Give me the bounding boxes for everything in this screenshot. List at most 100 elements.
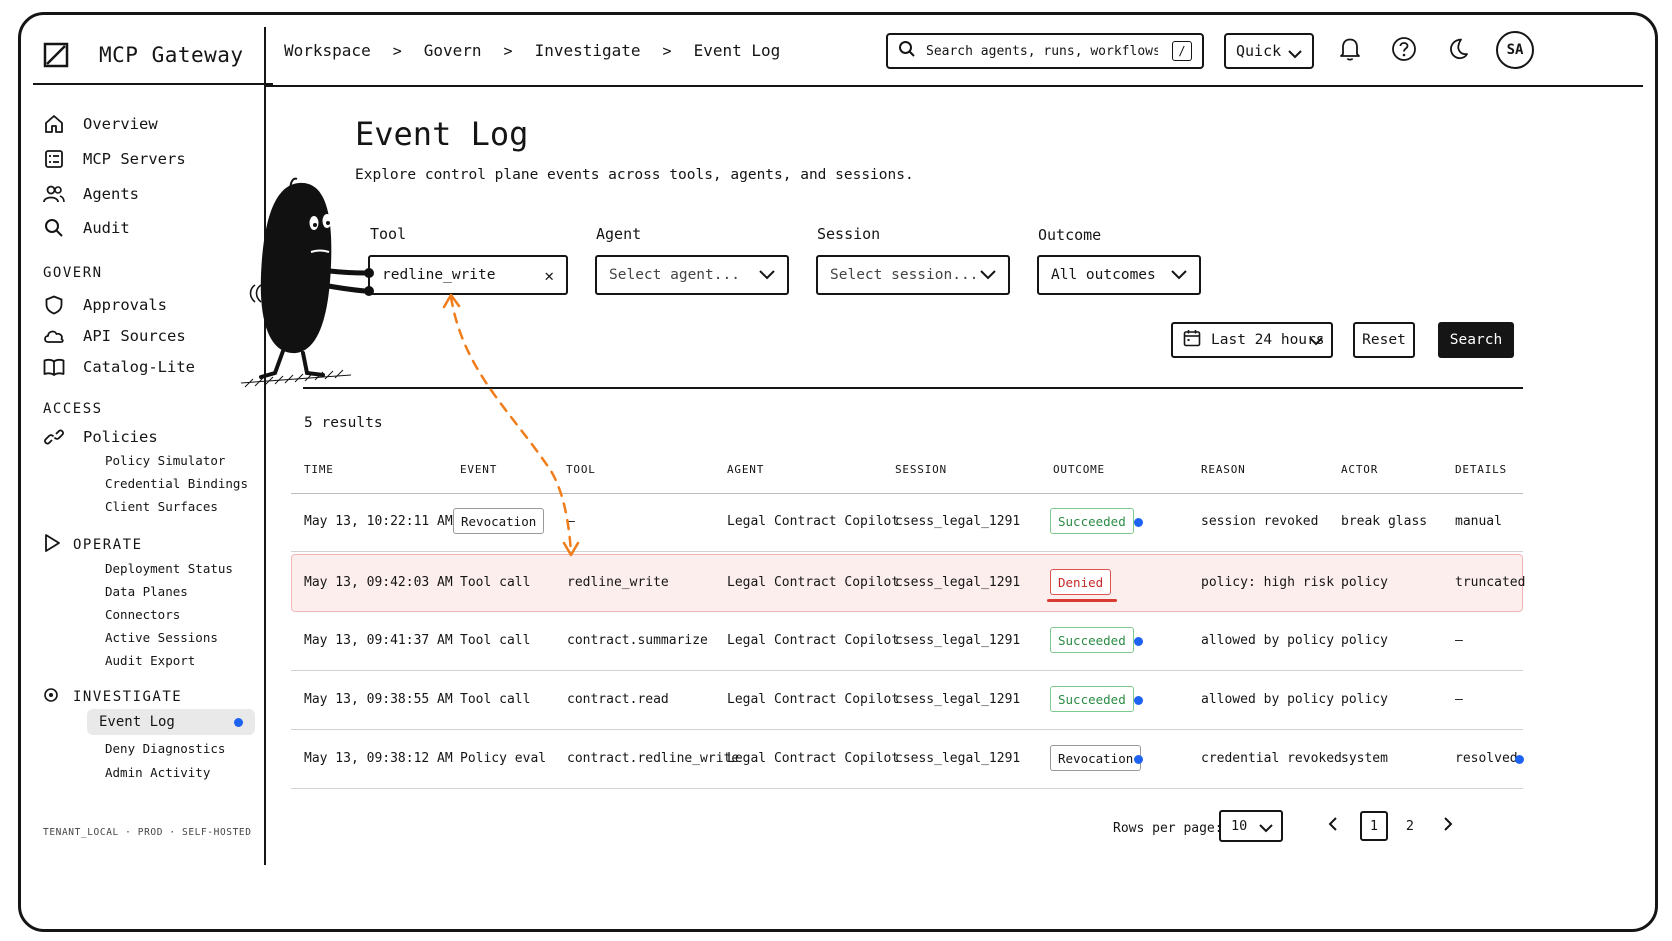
- section-govern: GOVERN: [43, 265, 103, 281]
- sidebar-item-label: Overview: [83, 115, 158, 133]
- sidebar-item-policies[interactable]: Policies: [43, 424, 158, 450]
- sidebar-item-catalog-lite[interactable]: Catalog-Lite: [43, 354, 195, 380]
- column-header-details[interactable]: DETAILS: [1455, 463, 1507, 476]
- session-filter-label: Session: [817, 225, 881, 243]
- table-row[interactable]: May 13, 09:38:55 AM Tool call contract.r…: [291, 672, 1523, 730]
- sidebar-item-audit[interactable]: Audit: [43, 215, 130, 241]
- outcome-badge: Revocation: [1050, 745, 1142, 771]
- previous-page-button[interactable]: [1319, 811, 1347, 841]
- cell-reason: allowed by policy: [1201, 692, 1335, 707]
- tool-filter-value: redline_write: [382, 267, 496, 283]
- cloud-icon: [43, 325, 65, 347]
- sidebar-item-api-sources[interactable]: API Sources: [43, 323, 186, 349]
- cell-tool: contract.redline_write: [567, 751, 740, 766]
- reset-button[interactable]: Reset: [1353, 322, 1415, 358]
- outcome-filter-select[interactable]: All outcomes: [1037, 255, 1201, 295]
- breadcrumb-event-log: Event Log: [693, 41, 781, 60]
- next-page-button[interactable]: [1434, 811, 1462, 841]
- quick-menu-button[interactable]: Quick: [1224, 33, 1314, 69]
- chevron-down-icon: [980, 269, 996, 285]
- column-header-reason[interactable]: REASON: [1201, 463, 1246, 476]
- sidebar-subitem-label: Event Log: [99, 714, 175, 730]
- column-header-agent[interactable]: AGENT: [727, 463, 764, 476]
- sidebar-item-agents[interactable]: Agents: [43, 181, 139, 207]
- breadcrumb-investigate[interactable]: Investigate: [535, 41, 641, 60]
- column-header-session[interactable]: SESSION: [895, 463, 947, 476]
- cell-agent: Legal Contract Copilot: [727, 575, 900, 590]
- section-access: ACCESS: [43, 401, 103, 417]
- book-icon: [43, 356, 65, 378]
- sidebar-item-label: Approvals: [83, 296, 167, 314]
- sidebar-subitem-deployment-status[interactable]: Deployment Status: [105, 561, 233, 576]
- cell-details: truncated: [1455, 575, 1526, 590]
- results-count: 5 results: [304, 415, 383, 431]
- section-investigate-label: INVESTIGATE: [73, 689, 183, 705]
- sidebar-subitem-event-log[interactable]: Event Log: [87, 709, 255, 735]
- session-filter-select[interactable]: Select session...: [816, 255, 1010, 295]
- cell-actor: system: [1341, 751, 1388, 766]
- help-button[interactable]: [1390, 37, 1418, 65]
- sidebar-subitem-connectors[interactable]: Connectors: [105, 607, 180, 622]
- date-range-button[interactable]: Last 24 hours: [1171, 322, 1333, 358]
- sidebar-subitem-audit-export[interactable]: Audit Export: [105, 653, 195, 668]
- cell-time: May 13, 09:42:03 AM: [304, 575, 453, 590]
- section-investigate[interactable]: INVESTIGATE: [43, 687, 182, 707]
- chevron-down-icon: [1309, 334, 1323, 350]
- section-operate[interactable]: OPERATE: [43, 533, 143, 557]
- cell-reason: allowed by policy: [1201, 633, 1335, 648]
- sidebar-subitem-deny-diagnostics[interactable]: Deny Diagnostics: [105, 741, 225, 756]
- chevron-right-icon: >: [392, 41, 402, 60]
- outcome-badge: Succeeded: [1050, 686, 1134, 712]
- breadcrumb-govern[interactable]: Govern: [424, 41, 482, 60]
- cell-event: Policy eval: [460, 751, 547, 766]
- brand[interactable]: MCP Gateway: [43, 35, 244, 75]
- chevron-left-icon: [1328, 817, 1338, 835]
- column-header-actor[interactable]: ACTOR: [1341, 463, 1378, 476]
- chevron-down-icon: [1259, 821, 1273, 837]
- tool-filter-input[interactable]: redline_write ✕: [368, 255, 568, 295]
- global-search-input[interactable]: [926, 43, 1158, 59]
- global-search[interactable]: /: [886, 33, 1204, 69]
- column-header-outcome[interactable]: OUTCOME: [1053, 463, 1105, 476]
- agent-filter-select[interactable]: Select agent...: [595, 255, 789, 295]
- search-button[interactable]: Search: [1438, 322, 1514, 358]
- sidebar-subitem-active-sessions[interactable]: Active Sessions: [105, 630, 218, 645]
- avatar[interactable]: SA: [1496, 31, 1534, 69]
- play-icon: [43, 533, 61, 557]
- active-dot: [234, 718, 243, 727]
- sidebar-subitem-credential-bindings[interactable]: Credential Bindings: [105, 476, 248, 491]
- cell-actor: break glass: [1341, 514, 1428, 529]
- sidebar-item-label: Catalog-Lite: [83, 358, 195, 376]
- table-row[interactable]: May 13, 09:41:37 AM Tool call contract.s…: [291, 613, 1523, 671]
- server-list-icon: [43, 148, 65, 170]
- sidebar-subitem-admin-activity[interactable]: Admin Activity: [105, 765, 210, 780]
- sidebar-subitem-client-surfaces[interactable]: Client Surfaces: [105, 499, 218, 514]
- table-row[interactable]: May 13, 09:38:12 AM Policy eval contract…: [291, 731, 1524, 789]
- sidebar-subitem-policy-simulator[interactable]: Policy Simulator: [105, 453, 225, 468]
- sidebar-item-mcp-servers[interactable]: MCP Servers: [43, 146, 186, 172]
- chevron-down-icon: [1288, 45, 1302, 63]
- theme-toggle-button[interactable]: [1444, 37, 1472, 65]
- cell-agent: Legal Contract Copilot: [727, 692, 900, 707]
- shield-icon: [43, 294, 65, 316]
- sidebar-item-overview[interactable]: Overview: [43, 111, 158, 137]
- notifications-button[interactable]: [1336, 37, 1364, 65]
- clear-icon[interactable]: ✕: [544, 266, 554, 285]
- chevron-right-icon: [1443, 817, 1453, 835]
- page-button-1[interactable]: 1: [1360, 811, 1388, 841]
- date-range-label: Last 24 hours: [1211, 332, 1325, 348]
- column-header-time[interactable]: TIME: [304, 463, 334, 476]
- sidebar: MCP Gateway Overview MCP Servers Agents: [21, 15, 283, 929]
- sidebar-item-label: MCP Servers: [83, 150, 186, 168]
- page-title: Event Log: [355, 115, 529, 153]
- breadcrumb-workspace[interactable]: Workspace: [284, 41, 371, 60]
- sidebar-subitem-data-planes[interactable]: Data Planes: [105, 584, 188, 599]
- cell-details: —: [1455, 692, 1463, 707]
- top-bar: Workspace > Govern > Investigate > Event…: [266, 15, 1655, 87]
- brand-divider: [33, 83, 273, 85]
- agent-filter-placeholder: Select agent...: [609, 267, 740, 283]
- sidebar-item-approvals[interactable]: Approvals: [43, 292, 167, 318]
- page-button-2[interactable]: 2: [1396, 811, 1424, 841]
- cell-reason: policy: high risk: [1201, 575, 1335, 590]
- rows-per-page-select[interactable]: 10: [1219, 810, 1283, 842]
